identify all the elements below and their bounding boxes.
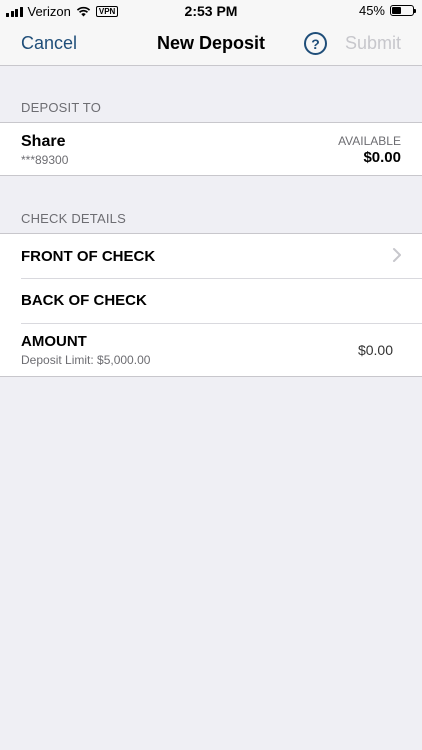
battery-percent: 45% (358, 3, 385, 18)
back-of-check-label: BACK OF CHECK (21, 292, 147, 309)
back-of-check-row[interactable]: BACK OF CHECK (0, 278, 422, 323)
front-of-check-label: FRONT OF CHECK (21, 248, 156, 265)
front-of-check-row[interactable]: FRONT OF CHECK (0, 234, 422, 278)
battery-icon (390, 5, 416, 16)
account-name: Share (21, 133, 66, 150)
deposit-account-row[interactable]: Share ***89300 AVAILABLE $0.00 (0, 123, 422, 175)
available-amount: $0.00 (363, 149, 401, 166)
status-bar: Verizon VPN 2:53 PM 45% (0, 0, 422, 22)
available-label: AVAILABLE (338, 134, 401, 148)
amount-label: AMOUNT (21, 333, 87, 350)
deposit-limit: Deposit Limit: $5,000.00 (21, 353, 151, 367)
deposit-to-header: DEPOSIT TO (21, 100, 102, 115)
cancel-button[interactable]: Cancel (21, 33, 77, 54)
submit-button[interactable]: Submit (345, 33, 401, 54)
battery-fill (392, 7, 401, 14)
help-icon[interactable]: ? (304, 32, 327, 55)
chevron-right-icon (393, 248, 401, 262)
deposit-account-group[interactable]: Share ***89300 AVAILABLE $0.00 (0, 122, 422, 176)
nav-bar: Cancel New Deposit ? Submit (0, 22, 422, 66)
account-number: ***89300 (21, 153, 69, 167)
status-right: 45% (358, 3, 416, 18)
amount-value[interactable]: $0.00 (358, 342, 393, 358)
amount-row[interactable]: AMOUNT Deposit Limit: $5,000.00 $0.00 (0, 323, 422, 376)
check-details-header: CHECK DETAILS (21, 211, 126, 226)
check-details-group: FRONT OF CHECK BACK OF CHECK AMOUNT Depo… (0, 233, 422, 377)
